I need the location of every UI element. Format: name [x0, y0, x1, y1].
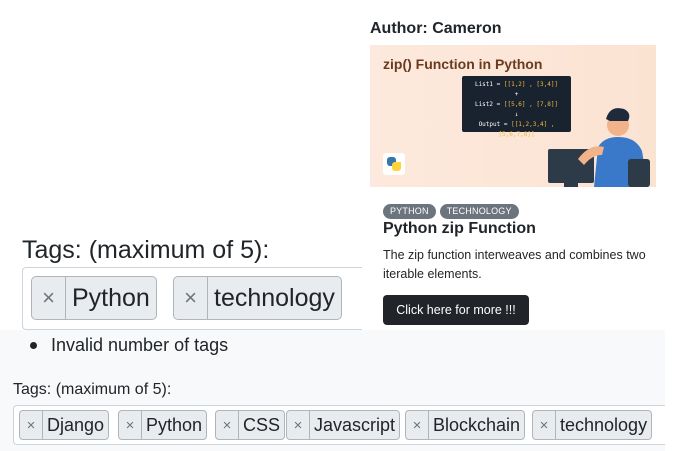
remove-tag-icon[interactable]: ×	[406, 411, 429, 439]
python-logo-icon	[383, 153, 405, 175]
tag-label: Django	[47, 414, 105, 435]
tag-chip: × CSS	[215, 410, 286, 440]
tag-chip: × Blockchain	[405, 410, 526, 440]
remove-tag-icon[interactable]: ×	[216, 411, 239, 439]
tag-label: Python	[146, 414, 203, 435]
code-line: List1 = [[1,2] , [3,4]]	[474, 81, 559, 88]
screenshot-canvas: Author: Cameron zip() Function in Python…	[0, 0, 675, 451]
tags-form-large: Tags: (maximum of 5): × Python × technol…	[0, 222, 362, 330]
post-description: The zip function interweaves and combine…	[383, 248, 646, 281]
tag-chip: × technology	[173, 276, 342, 320]
bullet-icon	[30, 342, 37, 349]
post-badges: PYTHON TECHNOLOGY	[383, 204, 519, 219]
tag-chip: × Python	[31, 276, 157, 320]
remove-tag-icon[interactable]: ×	[119, 411, 142, 439]
error-message: Invalid number of tags	[51, 335, 229, 355]
thumbnail-title: zip() Function in Python	[383, 56, 543, 72]
tags-label: Tags: (maximum of 5):	[22, 236, 270, 264]
tag-chip: × Python	[118, 410, 208, 440]
remove-tag-icon[interactable]: ×	[533, 411, 556, 439]
tags-input[interactable]: × Django × Python × CSS × Javascript × B…	[13, 405, 665, 445]
tag-label: CSS	[243, 414, 281, 435]
tag-chip: × Django	[19, 410, 110, 440]
post-thumbnail: zip() Function in Python List1 = [[1,2] …	[370, 45, 656, 187]
badge-python: PYTHON	[383, 204, 436, 219]
tag-chip: × Javascript	[286, 410, 401, 440]
remove-tag-icon[interactable]: ×	[20, 411, 43, 439]
error-item: Invalid number of tags	[30, 335, 228, 356]
tags-input[interactable]: × Python × technology	[22, 267, 362, 330]
tag-label: technology	[214, 283, 335, 312]
tag-chip: × technology	[532, 410, 653, 440]
remove-tag-icon[interactable]: ×	[174, 277, 208, 319]
tag-label: technology	[560, 414, 648, 435]
post-title: Python zip Function	[383, 220, 536, 237]
tag-label: Javascript	[314, 414, 396, 435]
author-name: Author: Cameron	[370, 20, 502, 37]
post-card: Author: Cameron zip() Function in Python…	[351, 0, 675, 330]
remove-tag-icon[interactable]: ×	[287, 411, 310, 439]
developer-illustration	[548, 108, 650, 187]
read-more-button[interactable]: Click here for more !!!	[383, 295, 529, 325]
tag-label: Python	[72, 283, 150, 312]
remove-tag-icon[interactable]: ×	[32, 277, 66, 319]
code-line: +	[514, 91, 519, 98]
tags-form-small: Tags: (maximum of 5): × Django × Python …	[0, 370, 665, 451]
tag-label: Blockchain	[433, 414, 521, 435]
badge-technology: TECHNOLOGY	[439, 204, 519, 219]
tags-label: Tags: (maximum of 5):	[13, 381, 172, 398]
error-area: Invalid number of tags	[0, 330, 665, 370]
